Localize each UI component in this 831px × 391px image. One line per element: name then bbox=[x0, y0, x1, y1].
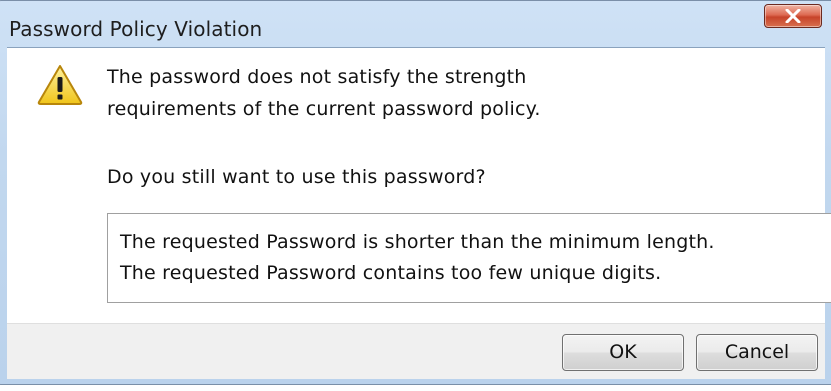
dialog-title: Password Policy Violation bbox=[9, 17, 263, 41]
confirmation-question: Do you still want to use this password? bbox=[107, 166, 486, 188]
close-button[interactable] bbox=[764, 4, 822, 28]
button-bar: OK Cancel bbox=[7, 323, 825, 379]
message-line-2: requirements of the current password pol… bbox=[107, 98, 541, 120]
violation-details-box: The requested Password is shorter than t… bbox=[107, 213, 831, 303]
dialog-content: The password does not satisfy the streng… bbox=[7, 47, 831, 323]
close-icon bbox=[785, 9, 801, 23]
screenshot-area: Password Policy Violation The password d… bbox=[0, 0, 831, 391]
cancel-button[interactable]: Cancel bbox=[696, 334, 818, 371]
warning-icon bbox=[37, 65, 83, 105]
ok-button[interactable]: OK bbox=[562, 334, 684, 371]
background-edge bbox=[0, 385, 831, 391]
password-policy-dialog: Password Policy Violation The password d… bbox=[0, 0, 831, 385]
violation-detail: The requested Password contains too few … bbox=[120, 262, 662, 284]
violation-detail: The requested Password is shorter than t… bbox=[120, 231, 715, 253]
message-line-1: The password does not satisfy the streng… bbox=[107, 66, 527, 88]
